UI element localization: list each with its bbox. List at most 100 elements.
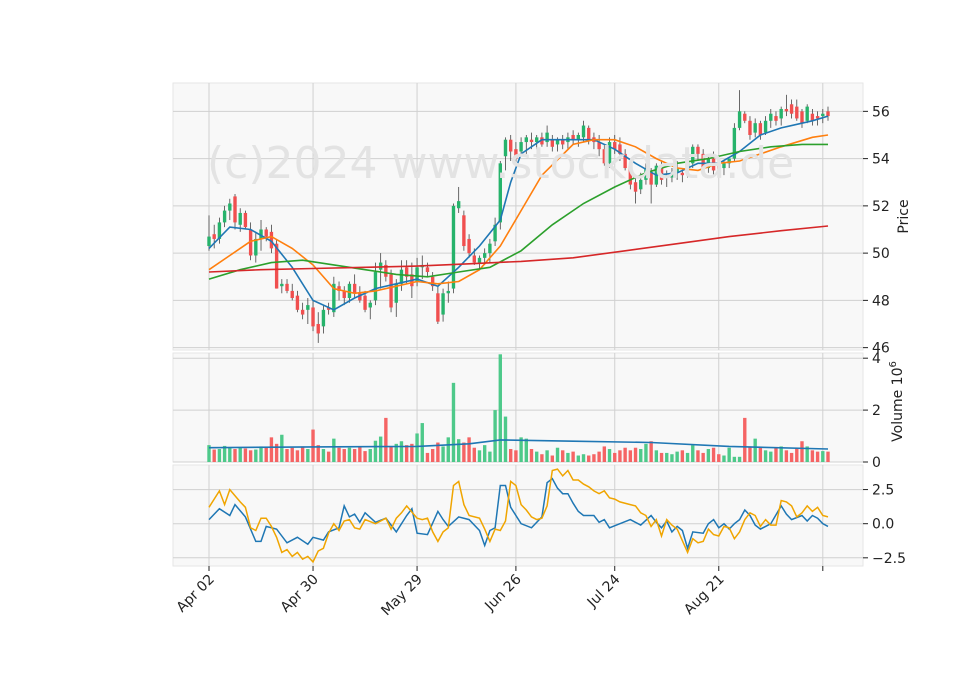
candle-up [456,201,461,209]
volume-bar [654,450,659,462]
price-tick-label: 54 [872,152,890,168]
x-tick-label: May 29 [378,572,426,620]
volume-bar [404,445,409,462]
volume-bar [425,452,430,462]
volume-bar [368,449,372,462]
candle-down [789,104,794,114]
candle-up [769,113,773,121]
candle-down [233,196,237,223]
oscillator-panel [172,464,864,567]
volume-bar [254,449,258,462]
candle-up [805,106,809,121]
volume-bar [748,446,752,462]
candle-down [389,274,393,308]
volume-bar [758,447,763,462]
oscillator-tick-label: 2.5 [872,483,894,499]
volume-bar [670,454,674,462]
volume-bar [285,449,289,462]
volume-bar [566,452,570,462]
volume-bar [212,449,216,462]
volume-bar [800,441,804,462]
volume-bar [488,451,492,462]
candle-down [311,307,315,327]
volume-tick-label: 4 [872,351,881,367]
volume-bar [623,447,627,462]
volume-bar [415,433,419,462]
candle-down [290,290,294,299]
volume-bar [347,447,352,462]
volume-bar [826,451,830,462]
volume-bar [743,417,747,462]
candle-down [784,108,789,112]
volume-bar [763,450,768,462]
volume-bar [587,455,591,462]
volume-bar [300,446,305,462]
volume-bar [659,452,664,462]
volume-bar [363,451,367,462]
volume-bar [784,450,789,462]
candle-down [212,234,216,239]
candle-down [748,120,752,135]
candle-up [280,283,284,287]
volume-bar [326,451,331,462]
candle-up [306,305,310,310]
volume-bar [633,447,638,462]
volume-bar [529,449,534,462]
volume-bar [821,451,825,462]
volume-bar [352,449,357,462]
volume-bar [717,454,721,462]
volume-bar [774,447,778,462]
candle-down [795,106,799,119]
price-tick-label: 48 [872,293,890,309]
volume-bar [576,455,581,462]
volume-bar [810,450,815,462]
volume-bar [467,437,471,462]
oscillator-tick-label: −2.5 [872,551,906,567]
volume-bar [706,449,711,462]
candle-up [347,283,352,299]
volume-bar [498,354,502,462]
volume-bar [306,449,310,462]
candle-down [285,283,289,291]
volume-bar [441,446,445,462]
candle-up [222,210,227,223]
volume-bar [727,447,731,462]
volume-bar [342,449,346,462]
price-axis-title: Price [896,199,912,233]
candle-up [488,243,492,254]
volume-bar [509,449,513,462]
candle-up [446,290,450,294]
volume-bar [384,417,388,462]
volume-bar [389,446,393,462]
volume-bar [550,455,555,462]
volume-bar [691,445,695,462]
volume-bar [545,450,549,462]
volume-bar [581,454,586,462]
candle-up [373,272,378,301]
x-tick-label: Aug 21 [681,572,727,618]
candle-up [441,293,445,315]
candle-up [254,238,258,256]
candle-down [462,215,466,247]
volume-bar [561,450,565,462]
volume-bar [233,449,237,462]
price-tick-label: 50 [872,246,890,262]
volume-bar [711,447,716,462]
volume-tick-label: 0 [872,455,881,471]
stock-chart: 464850525456024−2.50.02.5PriceVolume 106… [172,82,912,620]
candle-up [753,123,757,133]
volume-bar [555,447,560,462]
volume-bar [789,452,794,462]
volume-bar [524,438,528,462]
candle-up [228,203,232,211]
candle-up [779,108,783,119]
candle-down [800,111,804,124]
volume-bar [607,449,612,462]
volume-bar [649,441,653,462]
volume-bar [477,450,482,462]
candle-down [264,229,268,237]
volume-bar [540,454,544,462]
volume-bar [228,447,232,462]
volume-bar [737,456,742,462]
oscillator-tick-label: 0.0 [872,517,894,533]
